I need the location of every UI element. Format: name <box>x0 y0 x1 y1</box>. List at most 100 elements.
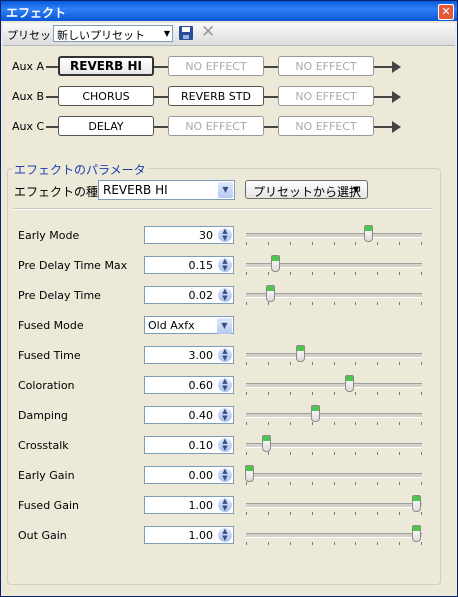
parameter-slider[interactable] <box>246 434 422 456</box>
parameter-value: 0.02 <box>188 289 214 302</box>
spinner-icon[interactable]: ▲ ▼ <box>218 348 232 362</box>
spinner-icon[interactable]: ▲ ▼ <box>218 408 232 422</box>
close-button[interactable]: ✕ <box>438 4 454 20</box>
slider-tick <box>311 422 313 425</box>
parameter-number-input[interactable]: 0.00 ▲ ▼ <box>144 466 234 484</box>
effect-type-select[interactable]: REVERB HI ▼ <box>98 180 235 200</box>
slider-track <box>246 413 422 418</box>
slider-tick <box>399 392 401 395</box>
chevron-down-icon: ▼ <box>352 185 359 194</box>
slider-tick <box>377 422 379 425</box>
save-icon[interactable] <box>179 26 193 40</box>
parameter-slider[interactable] <box>246 254 422 276</box>
slider-tick <box>355 512 357 515</box>
spinner-icon[interactable]: ▲ ▼ <box>218 228 232 242</box>
slider-tick <box>267 362 269 365</box>
effect-slot-button[interactable]: NO EFFECT <box>278 116 374 136</box>
parameter-label: Early Mode <box>18 229 80 242</box>
slider-thumb[interactable] <box>364 225 374 242</box>
slider-tick <box>267 542 269 545</box>
slider-tick <box>399 272 401 275</box>
slider-tick <box>289 362 291 365</box>
parameter-row: Out Gain 1.00 ▲ ▼ <box>0 524 458 546</box>
effect-slot-button[interactable]: NO EFFECT <box>168 116 264 136</box>
spinner-icon[interactable]: ▲ ▼ <box>218 438 232 452</box>
slider-tick <box>333 392 335 395</box>
slider-thumb[interactable] <box>262 435 272 452</box>
parameter-label: Early Gain <box>18 469 75 482</box>
parameter-value: 1.00 <box>188 499 214 512</box>
slider-thumb[interactable] <box>295 345 305 362</box>
parameter-slider[interactable] <box>246 374 422 396</box>
effect-slot-button[interactable]: REVERB HI <box>58 56 154 76</box>
slider-tick <box>399 362 401 365</box>
slider-thumb[interactable] <box>270 255 280 272</box>
parameter-number-input[interactable]: 1.00 ▲ ▼ <box>144 526 234 544</box>
preset-select[interactable]: 新しいプリセット ▼ <box>53 25 173 42</box>
title-bar[interactable]: エフェクト ✕ <box>1 1 457 21</box>
parameter-select[interactable]: Old Axfx ▼ <box>144 316 234 334</box>
spinner-icon[interactable]: ▲ ▼ <box>218 378 232 392</box>
slider-tick <box>355 542 357 545</box>
slider-tick <box>267 512 269 515</box>
parameter-number-input[interactable]: 0.02 ▲ ▼ <box>144 286 234 304</box>
preset-select-value: 新しいプリセット <box>57 29 145 42</box>
slider-thumb[interactable] <box>311 405 321 422</box>
parameter-number-input[interactable]: 30 ▲ ▼ <box>144 226 234 244</box>
slider-track <box>246 383 422 388</box>
spinner-icon[interactable]: ▲ ▼ <box>218 468 232 482</box>
parameter-number-input[interactable]: 0.15 ▲ ▼ <box>144 256 234 274</box>
parameter-slider[interactable] <box>246 224 422 246</box>
slider-tick <box>311 392 313 395</box>
delete-icon[interactable]: ✕ <box>201 24 217 41</box>
parameter-slider[interactable] <box>246 494 422 516</box>
parameter-number-input[interactable]: 0.10 ▲ ▼ <box>144 436 234 454</box>
effect-slot-button[interactable]: NO EFFECT <box>278 86 374 106</box>
parameter-slider[interactable] <box>246 524 422 546</box>
select-from-preset-button[interactable]: プリセットから選択 ▼ <box>245 180 368 199</box>
effect-slot-button[interactable]: REVERB STD <box>168 86 264 106</box>
effect-slot-button[interactable]: CHORUS <box>58 86 154 106</box>
slider-tick <box>377 242 379 245</box>
effect-slot-button[interactable]: DELAY <box>58 116 154 136</box>
slider-thumb[interactable] <box>344 375 354 392</box>
parameter-slider[interactable] <box>246 404 422 426</box>
spinner-icon[interactable]: ▲ ▼ <box>218 498 232 512</box>
arrow-right-icon <box>392 91 401 103</box>
slider-tick <box>267 482 269 485</box>
slider-tick <box>267 302 269 305</box>
window-title: エフェクト <box>6 6 67 20</box>
parameter-value: 0.15 <box>188 259 214 272</box>
parameter-number-input[interactable]: 0.40 ▲ ▼ <box>144 406 234 424</box>
slider-tick <box>421 482 422 485</box>
spinner-icon[interactable]: ▲ ▼ <box>218 258 232 272</box>
slider-ticks <box>246 242 422 246</box>
chevron-down-icon[interactable]: ▼ <box>217 318 232 334</box>
slider-thumb[interactable] <box>411 495 421 512</box>
slider-tick <box>377 482 379 485</box>
slider-thumb[interactable] <box>244 465 254 482</box>
slider-tick <box>289 422 291 425</box>
slider-tick <box>355 272 357 275</box>
effect-slot-button[interactable]: NO EFFECT <box>278 56 374 76</box>
parameter-slider[interactable] <box>246 284 422 306</box>
slider-tick <box>246 512 247 515</box>
slider-thumb[interactable] <box>411 525 421 542</box>
parameter-number-input[interactable]: 3.00 ▲ ▼ <box>144 346 234 364</box>
effect-slot-button[interactable]: NO EFFECT <box>168 56 264 76</box>
parameter-number-input[interactable]: 1.00 ▲ ▼ <box>144 496 234 514</box>
slider-tick <box>289 392 291 395</box>
slider-tick <box>355 452 357 455</box>
slider-thumb[interactable] <box>265 285 275 302</box>
parameter-slider[interactable] <box>244 464 422 486</box>
slider-track <box>246 233 422 238</box>
spinner-icon[interactable]: ▲ ▼ <box>218 528 232 542</box>
spinner-icon[interactable]: ▲ ▼ <box>218 288 232 302</box>
parameter-number-input[interactable]: 0.60 ▲ ▼ <box>144 376 234 394</box>
parameter-value: 1.00 <box>188 529 214 542</box>
chevron-down-icon[interactable]: ▼ <box>218 182 233 198</box>
parameter-slider[interactable] <box>246 344 422 366</box>
slider-tick <box>267 392 269 395</box>
slider-tick <box>421 392 422 395</box>
slider-tick <box>246 542 247 545</box>
